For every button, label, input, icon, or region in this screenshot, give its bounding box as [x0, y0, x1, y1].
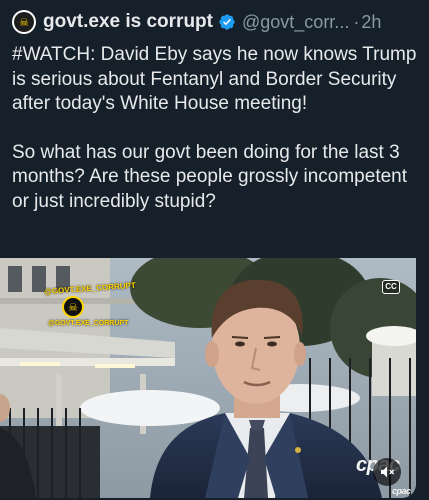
- broadcaster-logo-small: cpac: [392, 486, 411, 496]
- tweet-header: ☠ govt.exe is corrupt @govt_corr... · 2h: [12, 8, 422, 36]
- author-name[interactable]: govt.exe is corrupt: [43, 11, 213, 33]
- tweet-paragraph-2: So what has our govt been doing for the …: [12, 141, 408, 212]
- watermark-bottom: @GOVT.EXE_CORRUPT: [48, 320, 129, 327]
- avatar-logo: ☠: [14, 12, 34, 32]
- video-player[interactable]: @GOVT.EXE_CORRUPT ☠ @GOVT.EXE_CORRUPT CC…: [0, 258, 416, 498]
- tweet-paragraph-1: #WATCH: David Eby says he now knows Trum…: [12, 44, 417, 114]
- tweet-body: #WATCH: David Eby says he now knows Trum…: [12, 43, 417, 214]
- volume-muted-icon: [381, 466, 395, 478]
- closed-captions-icon[interactable]: CC: [382, 280, 400, 294]
- separator-dot: ·: [353, 11, 360, 32]
- tweet-timestamp[interactable]: 2h: [361, 12, 381, 33]
- watermark-logo: ☠: [62, 296, 84, 318]
- author-avatar[interactable]: ☠: [12, 10, 36, 34]
- verified-badge-icon: [219, 14, 235, 30]
- mute-button[interactable]: [373, 458, 401, 486]
- author-handle[interactable]: @govt_corr...: [242, 12, 349, 33]
